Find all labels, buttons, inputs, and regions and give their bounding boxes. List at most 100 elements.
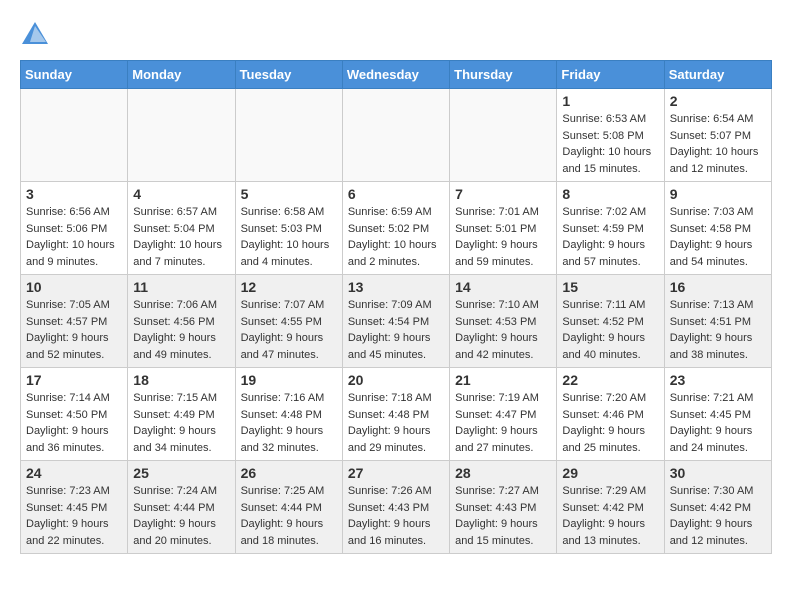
calendar-week-row: 1Sunrise: 6:53 AM Sunset: 5:08 PM Daylig… bbox=[21, 89, 772, 182]
day-info: Sunrise: 6:56 AM Sunset: 5:06 PM Dayligh… bbox=[26, 204, 122, 270]
calendar-cell: 12 Sunrise: 7:07 AM Sunset: 4:55 PM Dayli… bbox=[235, 275, 342, 368]
day-number: 18 bbox=[133, 372, 229, 388]
day-number: 3 bbox=[26, 186, 122, 202]
day-info: Sunrise: 7:25 AM Sunset: 4:44 PM Dayligh… bbox=[241, 483, 337, 549]
calendar-cell: 16 Sunrise: 7:13 AM Sunset: 4:51 PM Dayli… bbox=[664, 275, 771, 368]
day-number: 16 bbox=[670, 279, 766, 295]
calendar-week-row: 3 Sunrise: 6:56 AM Sunset: 5:06 PM Daylig… bbox=[21, 182, 772, 275]
calendar-cell: 29 Sunrise: 7:29 AM Sunset: 4:42 PM Dayli… bbox=[557, 461, 664, 554]
calendar-cell: 1Sunrise: 6:53 AM Sunset: 5:08 PM Daylig… bbox=[557, 89, 664, 182]
calendar-cell: 8Sunrise: 7:02 AM Sunset: 4:59 PM Daylig… bbox=[557, 182, 664, 275]
day-info: Sunrise: 7:07 AM Sunset: 4:55 PM Dayligh… bbox=[241, 297, 337, 363]
calendar-cell bbox=[128, 89, 235, 182]
calendar-cell: 9 Sunrise: 7:03 AM Sunset: 4:58 PM Daylig… bbox=[664, 182, 771, 275]
day-number: 12 bbox=[241, 279, 337, 295]
day-info: Sunrise: 6:59 AM Sunset: 5:02 PM Dayligh… bbox=[348, 204, 444, 270]
calendar-cell bbox=[342, 89, 449, 182]
day-info: Sunrise: 7:29 AM Sunset: 4:42 PM Dayligh… bbox=[562, 483, 658, 549]
weekday-header: Wednesday bbox=[342, 61, 449, 89]
calendar-cell: 3 Sunrise: 6:56 AM Sunset: 5:06 PM Daylig… bbox=[21, 182, 128, 275]
page-header bbox=[20, 20, 772, 44]
weekday-header: Monday bbox=[128, 61, 235, 89]
day-info: Sunrise: 7:05 AM Sunset: 4:57 PM Dayligh… bbox=[26, 297, 122, 363]
day-number: 21 bbox=[455, 372, 551, 388]
calendar-cell: 2Sunrise: 6:54 AM Sunset: 5:07 PM Daylig… bbox=[664, 89, 771, 182]
calendar-cell: 5 Sunrise: 6:58 AM Sunset: 5:03 PM Daylig… bbox=[235, 182, 342, 275]
day-info: Sunrise: 7:10 AM Sunset: 4:53 PM Dayligh… bbox=[455, 297, 551, 363]
calendar-table: SundayMondayTuesdayWednesdayThursdayFrid… bbox=[20, 60, 772, 554]
calendar-week-row: 17 Sunrise: 7:14 AM Sunset: 4:50 PM Dayli… bbox=[21, 368, 772, 461]
day-number: 25 bbox=[133, 465, 229, 481]
day-info: Sunrise: 7:16 AM Sunset: 4:48 PM Dayligh… bbox=[241, 390, 337, 456]
day-number: 19 bbox=[241, 372, 337, 388]
calendar-cell: 27 Sunrise: 7:26 AM Sunset: 4:43 PM Dayli… bbox=[342, 461, 449, 554]
calendar-week-row: 24 Sunrise: 7:23 AM Sunset: 4:45 PM Dayli… bbox=[21, 461, 772, 554]
day-number: 4 bbox=[133, 186, 229, 202]
day-number: 29 bbox=[562, 465, 658, 481]
day-number: 8 bbox=[562, 186, 658, 202]
day-info: Sunrise: 7:21 AM Sunset: 4:45 PM Dayligh… bbox=[670, 390, 766, 456]
calendar-cell: 11Sunrise: 7:06 AM Sunset: 4:56 PM Dayli… bbox=[128, 275, 235, 368]
day-info: Sunrise: 7:26 AM Sunset: 4:43 PM Dayligh… bbox=[348, 483, 444, 549]
day-number: 17 bbox=[26, 372, 122, 388]
weekday-header: Thursday bbox=[450, 61, 557, 89]
calendar-cell: 20 Sunrise: 7:18 AM Sunset: 4:48 PM Dayli… bbox=[342, 368, 449, 461]
calendar-cell: 25 Sunrise: 7:24 AM Sunset: 4:44 PM Dayli… bbox=[128, 461, 235, 554]
calendar-cell: 24 Sunrise: 7:23 AM Sunset: 4:45 PM Dayli… bbox=[21, 461, 128, 554]
calendar-cell: 7 Sunrise: 7:01 AM Sunset: 5:01 PM Daylig… bbox=[450, 182, 557, 275]
day-info: Sunrise: 7:23 AM Sunset: 4:45 PM Dayligh… bbox=[26, 483, 122, 549]
calendar-cell: 15Sunrise: 7:11 AM Sunset: 4:52 PM Dayli… bbox=[557, 275, 664, 368]
calendar-cell: 26 Sunrise: 7:25 AM Sunset: 4:44 PM Dayli… bbox=[235, 461, 342, 554]
calendar-cell: 19 Sunrise: 7:16 AM Sunset: 4:48 PM Dayli… bbox=[235, 368, 342, 461]
day-info: Sunrise: 6:58 AM Sunset: 5:03 PM Dayligh… bbox=[241, 204, 337, 270]
calendar-cell: 4 Sunrise: 6:57 AM Sunset: 5:04 PM Daylig… bbox=[128, 182, 235, 275]
day-info: Sunrise: 6:53 AM Sunset: 5:08 PM Dayligh… bbox=[562, 111, 658, 177]
day-number: 2 bbox=[670, 93, 766, 109]
day-number: 7 bbox=[455, 186, 551, 202]
logo-icon bbox=[20, 20, 50, 44]
calendar-cell: 6Sunrise: 6:59 AM Sunset: 5:02 PM Daylig… bbox=[342, 182, 449, 275]
day-number: 10 bbox=[26, 279, 122, 295]
day-number: 27 bbox=[348, 465, 444, 481]
calendar-cell: 30 Sunrise: 7:30 AM Sunset: 4:42 PM Dayli… bbox=[664, 461, 771, 554]
day-info: Sunrise: 7:13 AM Sunset: 4:51 PM Dayligh… bbox=[670, 297, 766, 363]
calendar-body: 1Sunrise: 6:53 AM Sunset: 5:08 PM Daylig… bbox=[21, 89, 772, 554]
day-info: Sunrise: 7:24 AM Sunset: 4:44 PM Dayligh… bbox=[133, 483, 229, 549]
day-info: Sunrise: 7:27 AM Sunset: 4:43 PM Dayligh… bbox=[455, 483, 551, 549]
day-info: Sunrise: 7:19 AM Sunset: 4:47 PM Dayligh… bbox=[455, 390, 551, 456]
calendar-cell bbox=[235, 89, 342, 182]
day-info: Sunrise: 7:14 AM Sunset: 4:50 PM Dayligh… bbox=[26, 390, 122, 456]
day-number: 9 bbox=[670, 186, 766, 202]
day-number: 30 bbox=[670, 465, 766, 481]
calendar-cell: 10 Sunrise: 7:05 AM Sunset: 4:57 PM Dayli… bbox=[21, 275, 128, 368]
weekday-header: Tuesday bbox=[235, 61, 342, 89]
calendar-cell: 17 Sunrise: 7:14 AM Sunset: 4:50 PM Dayli… bbox=[21, 368, 128, 461]
day-number: 22 bbox=[562, 372, 658, 388]
day-info: Sunrise: 7:30 AM Sunset: 4:42 PM Dayligh… bbox=[670, 483, 766, 549]
day-info: Sunrise: 7:03 AM Sunset: 4:58 PM Dayligh… bbox=[670, 204, 766, 270]
calendar-cell: 18 Sunrise: 7:15 AM Sunset: 4:49 PM Dayli… bbox=[128, 368, 235, 461]
day-number: 5 bbox=[241, 186, 337, 202]
day-number: 13 bbox=[348, 279, 444, 295]
day-info: Sunrise: 7:11 AM Sunset: 4:52 PM Dayligh… bbox=[562, 297, 658, 363]
day-number: 28 bbox=[455, 465, 551, 481]
weekday-header: Friday bbox=[557, 61, 664, 89]
calendar-cell bbox=[21, 89, 128, 182]
day-number: 24 bbox=[26, 465, 122, 481]
calendar-cell: 14Sunrise: 7:10 AM Sunset: 4:53 PM Dayli… bbox=[450, 275, 557, 368]
logo bbox=[20, 20, 54, 44]
day-info: Sunrise: 7:18 AM Sunset: 4:48 PM Dayligh… bbox=[348, 390, 444, 456]
day-info: Sunrise: 7:01 AM Sunset: 5:01 PM Dayligh… bbox=[455, 204, 551, 270]
calendar-cell: 21 Sunrise: 7:19 AM Sunset: 4:47 PM Dayli… bbox=[450, 368, 557, 461]
day-info: Sunrise: 6:57 AM Sunset: 5:04 PM Dayligh… bbox=[133, 204, 229, 270]
day-info: Sunrise: 7:15 AM Sunset: 4:49 PM Dayligh… bbox=[133, 390, 229, 456]
day-number: 26 bbox=[241, 465, 337, 481]
weekday-header: Sunday bbox=[21, 61, 128, 89]
day-number: 20 bbox=[348, 372, 444, 388]
day-info: Sunrise: 7:09 AM Sunset: 4:54 PM Dayligh… bbox=[348, 297, 444, 363]
calendar-cell: 28 Sunrise: 7:27 AM Sunset: 4:43 PM Dayli… bbox=[450, 461, 557, 554]
calendar-cell: 23Sunrise: 7:21 AM Sunset: 4:45 PM Dayli… bbox=[664, 368, 771, 461]
calendar-cell: 22Sunrise: 7:20 AM Sunset: 4:46 PM Dayli… bbox=[557, 368, 664, 461]
calendar-cell bbox=[450, 89, 557, 182]
day-number: 11 bbox=[133, 279, 229, 295]
